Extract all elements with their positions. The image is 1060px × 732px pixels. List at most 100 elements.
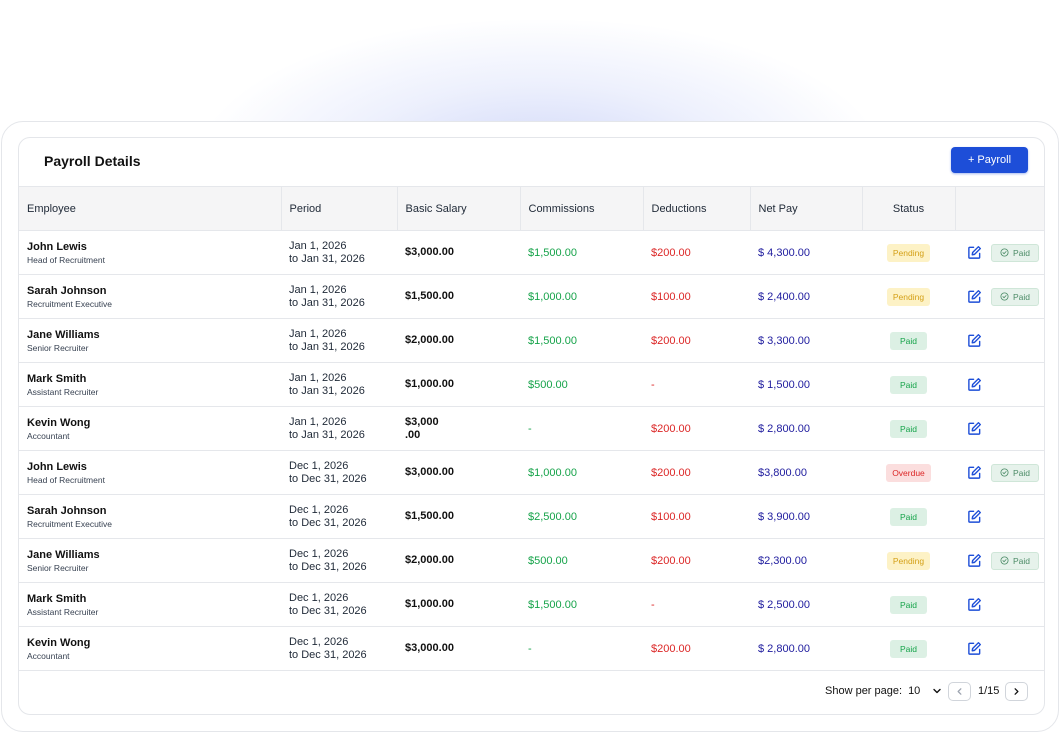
basic-salary-cell: $1,000.00	[397, 363, 520, 407]
period-cell: Dec 1, 2026 to Dec 31, 2026	[281, 539, 397, 583]
employee-cell: Mark Smith Assistant Recruiter	[19, 583, 281, 627]
table-row: Mark Smith Assistant Recruiter Jan 1, 2026…	[19, 363, 1044, 407]
per-page-selector[interactable]: Show per page: 10	[825, 685, 942, 697]
mark-paid-button[interactable]: Paid	[991, 243, 1040, 262]
status-badge: Paid	[889, 375, 927, 394]
col-deductions[interactable]: Deductions	[643, 186, 751, 231]
actions-cell	[955, 407, 1044, 451]
table-row: Kevin Wong Accountant Dec 1, 2026 to Dec 31…	[19, 627, 1044, 671]
col-net-pay[interactable]: Net Pay	[750, 186, 863, 231]
employee-name: Mark Smith	[27, 592, 87, 605]
actions-cell: Paid	[955, 539, 1044, 583]
employee-role: Senior Recruiter	[27, 342, 89, 353]
commission-cell: -	[528, 422, 532, 435]
table-body: John Lewis Head of Recruitment Jan 1, 2026…	[19, 231, 1044, 671]
period-start: Dec 1, 2026	[289, 591, 349, 604]
employee-name: Mark Smith	[27, 372, 87, 385]
basic-salary-value: $2,000.00	[405, 334, 454, 346]
add-payroll-button[interactable]: + Payroll	[951, 147, 1028, 173]
mark-paid-label: Paid	[1013, 247, 1031, 258]
edit-icon	[968, 597, 982, 611]
employee-role: Assistant Recruiter	[27, 606, 99, 617]
period-start: Jan 1, 2026	[289, 327, 347, 340]
employee-cell: Jane Williams Senior Recruiter	[19, 319, 281, 363]
employee-role: Head of Recruitment	[27, 254, 105, 265]
check-circle-icon	[1000, 468, 1009, 477]
basic-salary-value: $3,000.00	[405, 466, 454, 478]
mark-paid-label: Paid	[1013, 555, 1031, 566]
commission-cell: $1,000.00	[528, 290, 577, 303]
prev-page-button[interactable]	[948, 682, 971, 701]
commission-cell: $500.00	[528, 554, 568, 567]
mark-paid-button[interactable]: Paid	[991, 551, 1040, 570]
status-badge: Paid	[889, 639, 927, 658]
chevron-down-icon[interactable]	[932, 686, 942, 696]
period-cell: Jan 1, 2026 to Jan 31, 2026	[281, 363, 397, 407]
employee-cell: Kevin Wong Accountant	[19, 407, 281, 451]
commission-cell: $1,000.00	[528, 466, 577, 479]
table-row: Sarah Johnson Recruitment Executive Dec 1,…	[19, 495, 1044, 539]
basic-salary-value: $1,500.00	[405, 290, 454, 302]
edit-button[interactable]	[967, 245, 982, 260]
employee-name: Kevin Wong	[27, 636, 91, 649]
employee-cell: Jane Williams Senior Recruiter	[19, 539, 281, 583]
per-page-label: Show per page:	[825, 685, 903, 697]
net-pay-cell: $ 2,800.00	[758, 422, 810, 435]
deduction-cell: $200.00	[651, 246, 691, 259]
edit-button[interactable]	[967, 641, 982, 656]
basic-salary-cell: $3,000 .00	[397, 407, 520, 451]
period-start: Jan 1, 2026	[289, 371, 347, 384]
employee-name: John Lewis	[27, 460, 87, 473]
actions-cell	[955, 495, 1044, 539]
period-cell: Jan 1, 2026 to Jan 31, 2026	[281, 407, 397, 451]
period-end: to Jan 31, 2026	[289, 252, 365, 265]
mark-paid-button[interactable]: Paid	[991, 463, 1040, 482]
edit-button[interactable]	[967, 289, 982, 304]
col-commissions[interactable]: Commissions	[520, 186, 644, 231]
period-cell: Dec 1, 2026 to Dec 31, 2026	[281, 451, 397, 495]
col-status[interactable]: Status	[862, 186, 956, 231]
status-cell: Pending	[862, 231, 955, 275]
basic-salary-value: $3,000.00	[405, 246, 454, 258]
status-cell: Paid	[862, 495, 955, 539]
employee-role: Accountant	[27, 430, 70, 441]
col-period[interactable]: Period	[281, 186, 398, 231]
status-badge: Pending	[886, 287, 931, 306]
employee-role: Recruitment Executive	[27, 298, 113, 309]
mark-paid-button[interactable]: Paid	[991, 287, 1040, 306]
period-end: to Dec 31, 2026	[289, 472, 367, 485]
col-basic-salary[interactable]: Basic Salary	[397, 186, 521, 231]
period-start: Jan 1, 2026	[289, 239, 347, 252]
period-cell: Jan 1, 2026 to Jan 31, 2026	[281, 231, 397, 275]
status-badge: Paid	[889, 331, 927, 350]
employee-role: Head of Recruitment	[27, 474, 105, 485]
basic-salary-value: $3,000 .00	[405, 415, 439, 441]
table-header-row: Employee Period Basic Salary Commissions…	[19, 186, 1044, 231]
edit-button[interactable]	[967, 465, 982, 480]
edit-button[interactable]	[967, 597, 982, 612]
period-start: Dec 1, 2026	[289, 635, 349, 648]
edit-button[interactable]	[967, 509, 982, 524]
edit-icon	[968, 377, 982, 391]
status-cell: Paid	[862, 363, 955, 407]
edit-button[interactable]	[967, 553, 982, 568]
period-start: Dec 1, 2026	[289, 459, 349, 472]
edit-button[interactable]	[967, 377, 982, 392]
net-pay-cell: $ 4,300.00	[758, 246, 810, 259]
period-start: Dec 1, 2026	[289, 503, 349, 516]
deduction-cell: $100.00	[651, 510, 691, 523]
edit-button[interactable]	[967, 421, 982, 436]
edit-icon	[968, 553, 982, 567]
table-row: Jane Williams Senior Recruiter Jan 1, 2026…	[19, 319, 1044, 363]
col-employee[interactable]: Employee	[19, 186, 282, 231]
employee-name: Jane Williams	[27, 328, 100, 341]
per-page-value[interactable]: 10	[908, 685, 920, 697]
edit-button[interactable]	[967, 333, 982, 348]
next-page-button[interactable]	[1005, 682, 1028, 701]
period-cell: Jan 1, 2026 to Jan 31, 2026	[281, 275, 397, 319]
basic-salary-cell: $3,000.00	[397, 231, 520, 275]
basic-salary-value: $1,500.00	[405, 510, 454, 522]
status-cell: Paid	[862, 319, 955, 363]
basic-salary-cell: $1,000.00	[397, 583, 520, 627]
period-cell: Dec 1, 2026 to Dec 31, 2026	[281, 627, 397, 671]
